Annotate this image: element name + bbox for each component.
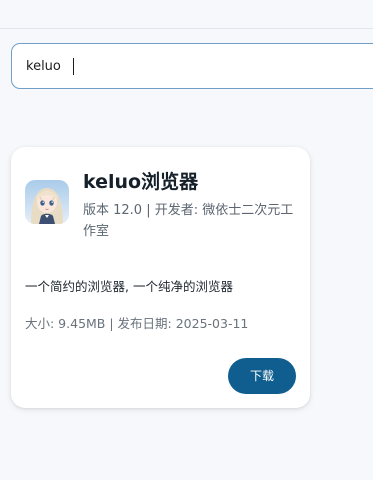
app-info: 大小: 9.45MB | 发布日期: 2025-03-11 <box>25 316 249 331</box>
app-result-card[interactable]: keluo浏览器 版本 12.0 | 开发者: 微依士二次元工作室 一个简约的浏… <box>11 147 310 408</box>
text-caret <box>73 58 74 75</box>
top-bar <box>0 0 373 29</box>
app-description: 一个简约的浏览器, 一个纯净的浏览器 <box>25 279 233 294</box>
anime-girl-icon <box>25 180 69 224</box>
search-input[interactable] <box>26 44 356 88</box>
app-meta: 版本 12.0 | 开发者: 微依士二次元工作室 <box>83 203 294 239</box>
app-icon[interactable] <box>25 180 69 224</box>
download-button[interactable]: 下载 <box>228 358 296 394</box>
app-title[interactable]: keluo浏览器 <box>83 167 198 194</box>
search-box[interactable] <box>11 43 373 89</box>
